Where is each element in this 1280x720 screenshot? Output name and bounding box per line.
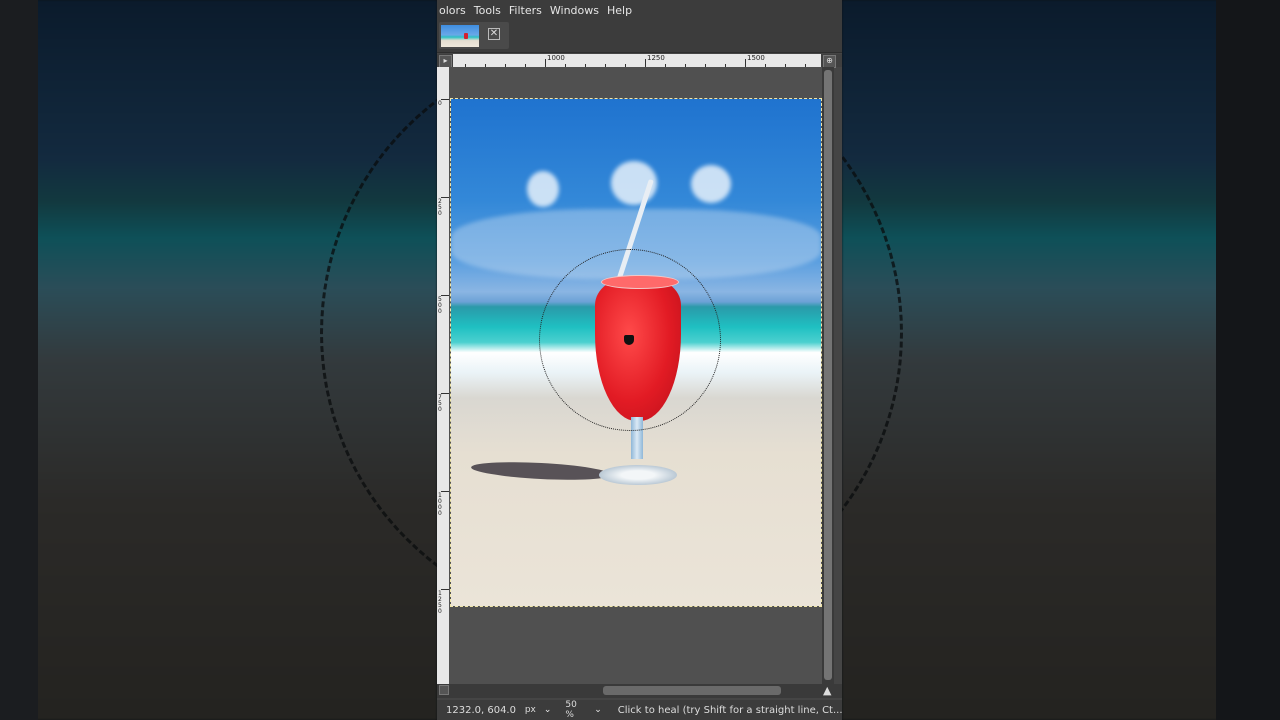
- background-frame-right: [1216, 0, 1280, 720]
- image-thumbnail: [441, 25, 479, 47]
- ruler-label: 750: [438, 394, 442, 413]
- menu-colors[interactable]: olors: [435, 4, 470, 17]
- background-ruler-left: [0, 0, 38, 720]
- ruler-label: 1000: [438, 492, 442, 517]
- quick-mask-icon[interactable]: [439, 685, 449, 695]
- vertical-scrollbar[interactable]: [822, 67, 834, 684]
- image-tabs: ✕: [437, 20, 842, 53]
- glass-base: [599, 465, 677, 485]
- menubar: olors Tools Filters Windows Help: [437, 0, 842, 20]
- glass-shadow: [470, 459, 612, 483]
- zoom-fit-icon[interactable]: ▲: [823, 684, 831, 697]
- horizontal-ruler[interactable]: 1000 1250 1500: [453, 54, 821, 67]
- ruler-label: 1500: [747, 54, 765, 62]
- menu-tools[interactable]: Tools: [470, 4, 505, 17]
- ruler-label: 1250: [438, 590, 442, 615]
- scrollbar-thumb[interactable]: [603, 686, 781, 695]
- image-tab[interactable]: ✕: [439, 22, 509, 49]
- chevron-down-icon: ⌄: [594, 705, 602, 715]
- background-blur-right: [842, 0, 1280, 720]
- chevron-down-icon: ⌄: [543, 705, 552, 715]
- ruler-label: 250: [438, 198, 442, 217]
- ruler-label: 500: [438, 296, 442, 315]
- background-blur-left: [0, 0, 437, 720]
- ruler-label: 1250: [647, 54, 665, 62]
- status-message: Click to heal (try Shift for a straight …: [617, 704, 843, 716]
- ruler-label: 1000: [547, 54, 565, 62]
- heal-cursor-icon: [624, 335, 634, 345]
- scrollbar-thumb[interactable]: [824, 70, 832, 680]
- unit-select[interactable]: px ⌄: [525, 705, 552, 715]
- close-icon[interactable]: ✕: [488, 28, 500, 40]
- ruler-label: 0: [438, 100, 442, 107]
- menu-filters[interactable]: Filters: [505, 4, 546, 17]
- vertical-ruler[interactable]: 0 250 500 750 1000 1250: [437, 67, 449, 687]
- zoom-select[interactable]: 50 % ⌄: [565, 700, 601, 720]
- pointer-coords: 1232.0, 604.0: [446, 704, 516, 716]
- menu-windows[interactable]: Windows: [546, 4, 603, 17]
- horizontal-scrollbar[interactable]: ▲: [437, 684, 842, 698]
- menu-help[interactable]: Help: [603, 4, 636, 17]
- status-bar: 1232.0, 604.0 px ⌄ 50 % ⌄ Click to heal …: [437, 700, 842, 720]
